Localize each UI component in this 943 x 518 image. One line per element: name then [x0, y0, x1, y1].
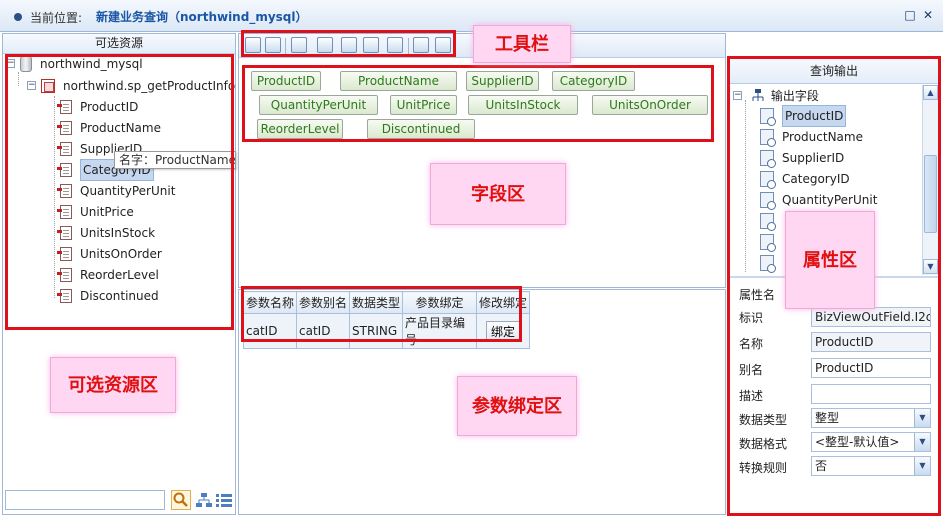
resource-panel-header: 可选资源 [3, 34, 235, 54]
search-button[interactable] [171, 490, 191, 510]
location-dot-icon [14, 13, 22, 21]
list-view-icon[interactable] [215, 492, 233, 508]
toolbar-outline [241, 30, 456, 57]
close-icon[interactable]: ✕ [922, 9, 934, 21]
title-bar: 当前位置: 新建业务查询（northwind_mysql） □ ✕ [0, 0, 943, 32]
search-icon [173, 492, 188, 507]
resource-search-input[interactable] [5, 490, 165, 510]
page-title: 新建业务查询（northwind_mysql） [96, 10, 308, 24]
maximize-icon[interactable]: □ [904, 9, 916, 21]
property-area-callout: 属性区 [785, 211, 875, 309]
resource-area-outline [5, 54, 234, 330]
toolbar-callout: 工具栏 [473, 25, 571, 63]
resource-area-callout: 可选资源区 [50, 357, 176, 413]
tree-view-icon[interactable] [195, 492, 213, 508]
field-area-outline [242, 65, 714, 142]
location-label: 当前位置: [30, 11, 83, 25]
param-area-callout: 参数绑定区 [457, 376, 577, 436]
param-area-outline [241, 286, 522, 342]
field-area-callout: 字段区 [430, 163, 566, 225]
